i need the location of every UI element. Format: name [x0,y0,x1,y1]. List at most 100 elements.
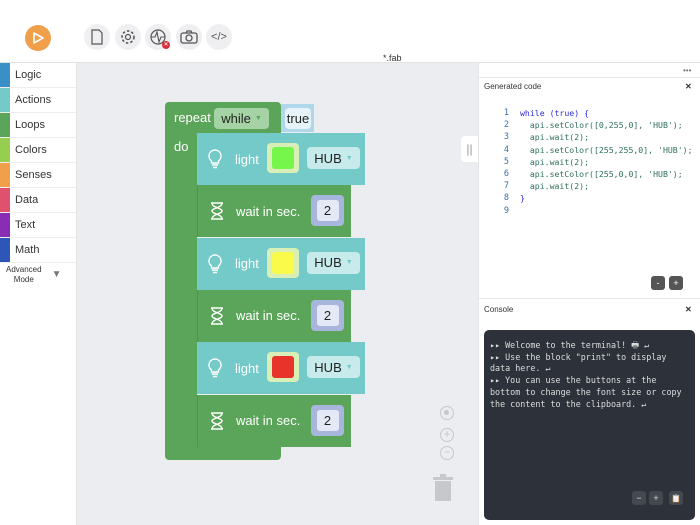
line-number: 5 [503,156,509,167]
category-color-swatch [0,213,10,237]
line-number: 1 [503,108,509,118]
hourglass-icon [211,202,223,220]
line-number: 2 [503,120,509,131]
line-number: 4 [503,144,509,155]
target-dropdown[interactable]: HUB ▼ [307,147,360,169]
line-number: 6 [503,169,509,180]
category-logic[interactable]: Logic [0,63,76,88]
wait-block[interactable]: wait in sec. 2 [197,185,351,238]
category-color-swatch [0,188,10,212]
target-dropdown[interactable]: HUB ▼ [307,356,360,379]
advanced-mode-toggle[interactable]: Advanced Mode ▼ [0,263,76,287]
category-label: Logic [15,69,42,81]
category-sidebar: Logic Actions Loops Colors Senses Data Text Mat… [0,63,77,525]
lightbulb-icon [208,358,222,378]
light-label: light [235,256,259,272]
wait-block[interactable]: wait in sec. 2 [197,289,351,342]
category-data[interactable]: Data [0,188,76,213]
dropdown-arrow-icon: ▼ [254,115,262,122]
light-block[interactable]: light HUB ▼ [197,133,365,185]
wait-seconds-value[interactable]: 2 [316,200,339,222]
target-dropdown[interactable]: HUB ▼ [307,251,360,274]
gear-icon [121,30,135,44]
new-file-button[interactable] [84,24,110,50]
do-label: do [174,139,189,154]
code-line: api.wait(2); [520,156,696,168]
recenter-icon[interactable] [440,406,454,420]
category-colors[interactable]: Colors [0,138,76,163]
category-label: Senses [15,169,52,181]
condition-value[interactable]: true [285,108,311,129]
wait-seconds-value[interactable]: 2 [316,409,339,431]
code-font-decrease-button[interactable]: - [651,276,665,290]
category-color-swatch [0,63,10,87]
color-block[interactable] [267,247,299,278]
repeat-label: repeat [174,110,211,125]
color-swatch[interactable] [272,356,294,379]
run-button[interactable] [25,25,51,51]
category-text[interactable]: Text [0,213,76,238]
wait-block[interactable]: wait in sec. 2 [197,394,351,447]
category-actions[interactable]: Actions [0,88,76,113]
code-view-button[interactable]: </> [206,24,232,50]
code-panel-title: Generated code [484,82,542,91]
console-font-increase-button[interactable]: + [649,491,663,505]
panel-menu-button[interactable]: ••• [683,66,691,75]
number-block[interactable]: 2 [311,299,344,331]
code-line-text: api.wait(2); [520,132,590,143]
line-numbers: 1 2345 6789 [497,107,509,217]
color-swatch[interactable] [272,251,294,274]
target-value: HUB [314,150,342,166]
color-block[interactable] [267,352,299,383]
code-line-text: api.setColor([0,255,0], 'HUB'); [520,120,683,131]
category-color-swatch [0,113,10,137]
camera-button[interactable] [176,24,202,50]
clipboard-copy-button[interactable]: 📋 [669,491,683,505]
wait-label: wait in sec. [236,308,301,324]
monitor-button[interactable]: ✕ [145,24,171,50]
divider [478,298,700,299]
color-block[interactable] [267,143,299,173]
category-label: Loops [15,119,45,131]
category-loops[interactable]: Loops [0,113,76,138]
settings-button[interactable] [115,24,141,50]
category-color-swatch [0,238,10,262]
close-console-button[interactable]: ✕ [685,305,692,314]
trash-icon[interactable] [432,474,454,502]
light-block[interactable]: light HUB ▼ [197,237,365,290]
code-line: api.setColor([255,0,0], 'HUB'); [520,168,696,180]
code-line-text: api.setColor([255,255,0], 'HUB'); [520,144,693,155]
code-line-text: api.setColor([255,0,0], 'HUB'); [520,169,683,180]
zoom-out-icon[interactable]: − [440,446,454,460]
dropdown-arrow-icon: ▼ [345,259,353,267]
zoom-in-icon[interactable]: + [440,428,454,442]
light-block[interactable]: light HUB ▼ [197,342,365,395]
color-swatch[interactable] [272,147,294,169]
console-font-decrease-button[interactable]: − [632,491,646,505]
target-value: HUB [314,255,342,271]
category-math[interactable]: Math [0,238,76,263]
category-color-swatch [0,138,10,162]
number-block[interactable]: 2 [311,404,344,436]
line-number: 3 [503,132,509,143]
code-line-text: api.wait(2); [520,181,590,192]
category-label: Text [15,219,36,231]
category-senses[interactable]: Senses [0,163,76,188]
wait-seconds-value[interactable]: 2 [316,304,339,326]
light-label: light [235,360,259,376]
console-title: Console [484,305,514,314]
dropdown-arrow-icon: ▼ [345,154,353,162]
console-text: ▸▸ Welcome to the terminal! 🖶 ↵ ▸▸ Use t… [490,340,682,409]
code-font-increase-button[interactable]: + [669,276,683,290]
wait-label: wait in sec. [236,413,301,428]
number-block[interactable]: 2 [311,195,344,227]
loop-mode-dropdown[interactable]: while ▼ [214,108,269,129]
file-name: *.fab [383,53,402,63]
close-code-panel-button[interactable]: ✕ [685,82,692,91]
panel-toggle-handle[interactable]: || [461,136,478,162]
code-line-text: } [520,193,525,204]
category-label: Data [15,194,39,206]
mode-label: Mode [13,275,34,284]
code-icon: </> [211,31,227,43]
